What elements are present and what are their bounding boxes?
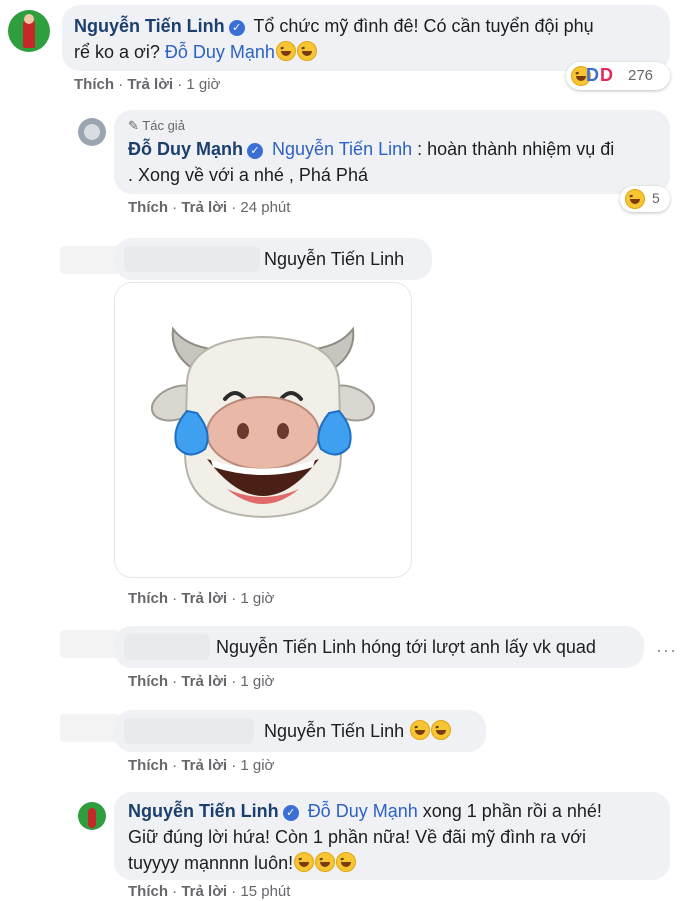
laughing-emoji-icon [431, 720, 452, 740]
comment-text: rể ko a ơi? [74, 42, 160, 62]
laughing-emoji-icon [275, 41, 296, 61]
timestamp[interactable]: 15 phút [240, 883, 290, 900]
verified-icon: ✓ [228, 20, 245, 36]
comment-actions: Thích · Trả lời · 1 giờ [74, 76, 221, 93]
comment-text: Tổ chức mỹ đình đê! Có cần tuyển đội phụ [253, 16, 594, 36]
reaction-summary[interactable]: D D 276 [566, 62, 670, 90]
like-link[interactable]: Thích [128, 590, 168, 607]
blurred-name [124, 634, 210, 660]
blurred-avatar [60, 630, 120, 658]
comment-actions: Thích · Trả lời · 15 phút [128, 883, 291, 900]
comment-text: . Xong về với a nhé , Phá Phá [128, 165, 368, 185]
laughing-emoji-icon [410, 720, 431, 740]
like-link[interactable]: Thích [128, 199, 168, 216]
timestamp[interactable]: 1 giờ [240, 757, 274, 774]
comment-author[interactable]: Nguyễn Tiến Linh [128, 801, 279, 821]
timestamp[interactable]: 1 giờ [186, 76, 220, 93]
comment-text: : hoàn thành nhiệm vụ đi [417, 139, 615, 159]
reaction-count: 5 [652, 190, 660, 206]
like-link[interactable]: Thích [128, 757, 168, 774]
sticker-frame[interactable] [114, 282, 412, 578]
timestamp[interactable]: 24 phút [240, 199, 290, 216]
author-badge: ✎ Tác giả [128, 118, 185, 133]
laughing-emoji-icon [336, 852, 357, 872]
haha-reaction-icon [625, 189, 645, 209]
comment-actions: Thích · Trả lời · 1 giờ [128, 757, 275, 774]
comment-actions: Thích · Trả lời · 1 giờ [128, 590, 275, 607]
like-link[interactable]: Thích [128, 883, 168, 900]
avatar[interactable] [78, 118, 106, 146]
mention-link[interactable]: Nguyễn Tiến Linh [264, 721, 404, 741]
comment-author[interactable]: Nguyễn Tiến Linh [74, 16, 225, 36]
mention-link[interactable]: Nguyễn Tiến Linh [216, 637, 356, 657]
mention-link[interactable]: Nguyễn Tiến Linh [272, 139, 412, 159]
like-link[interactable]: Thích [74, 76, 114, 93]
comment-text: hóng tới lượt anh lấy vk quad [361, 637, 596, 657]
laughing-emoji-icon [315, 852, 336, 872]
timestamp[interactable]: 1 giờ [240, 673, 274, 690]
comment-bubble: ✎ Tác giả Đỗ Duy Mạnh ✓ Nguyễn Tiến Linh … [114, 110, 670, 194]
reply-link[interactable]: Trả lời [181, 590, 227, 607]
comment-bubble: Nguyễn Tiến Linh ✓ Đỗ Duy Mạnh xong 1 phầ… [114, 792, 670, 880]
comment-author[interactable]: Đỗ Duy Mạnh [128, 139, 243, 159]
like-link[interactable]: Thích [128, 673, 168, 690]
laughing-emoji-icon [294, 852, 315, 872]
timestamp[interactable]: 1 giờ [240, 590, 274, 607]
crying-laughing-cow-sticker [150, 326, 376, 519]
reply-link[interactable]: Trả lời [181, 673, 227, 690]
reaction-count: 276 [628, 67, 654, 84]
reply-link[interactable]: Trả lời [181, 883, 227, 900]
mention-link[interactable]: Đỗ Duy Mạnh [165, 42, 275, 62]
laughing-emoji-icon [296, 41, 317, 61]
reaction-summary[interactable]: 5 [620, 186, 670, 212]
comment-text: tuyyyy mạnnnn luôn! [128, 853, 294, 873]
reply-link[interactable]: Trả lời [181, 199, 227, 216]
comment-text: xong 1 phần rồi a nhé! [422, 801, 602, 821]
reply-link[interactable]: Trả lời [127, 76, 173, 93]
verified-icon: ✓ [247, 143, 263, 159]
blurred-name [124, 246, 260, 272]
reply-link[interactable]: Trả lời [181, 757, 227, 774]
comment-text: Giữ đúng lời hứa! Còn 1 phần nữa! Về đãi… [128, 827, 586, 847]
avatar[interactable] [8, 10, 50, 52]
avatar[interactable] [78, 802, 106, 830]
love-reaction-icon: D [600, 65, 613, 85]
blurred-avatar [60, 714, 120, 742]
mention-link[interactable]: Nguyễn Tiến Linh [264, 249, 404, 269]
love-reaction-icon: D [586, 65, 599, 85]
mention-link[interactable]: Đỗ Duy Mạnh [308, 801, 418, 821]
blurred-name [124, 718, 254, 744]
comment-actions: Thích · Trả lời · 24 phút [128, 199, 291, 216]
ellipsis-icon[interactable]: ··· [656, 640, 677, 661]
blurred-avatar [60, 246, 120, 274]
comment-actions: Thích · Trả lời · 1 giờ [128, 673, 275, 690]
pencil-icon: ✎ [128, 118, 139, 133]
verified-icon: ✓ [282, 805, 299, 821]
